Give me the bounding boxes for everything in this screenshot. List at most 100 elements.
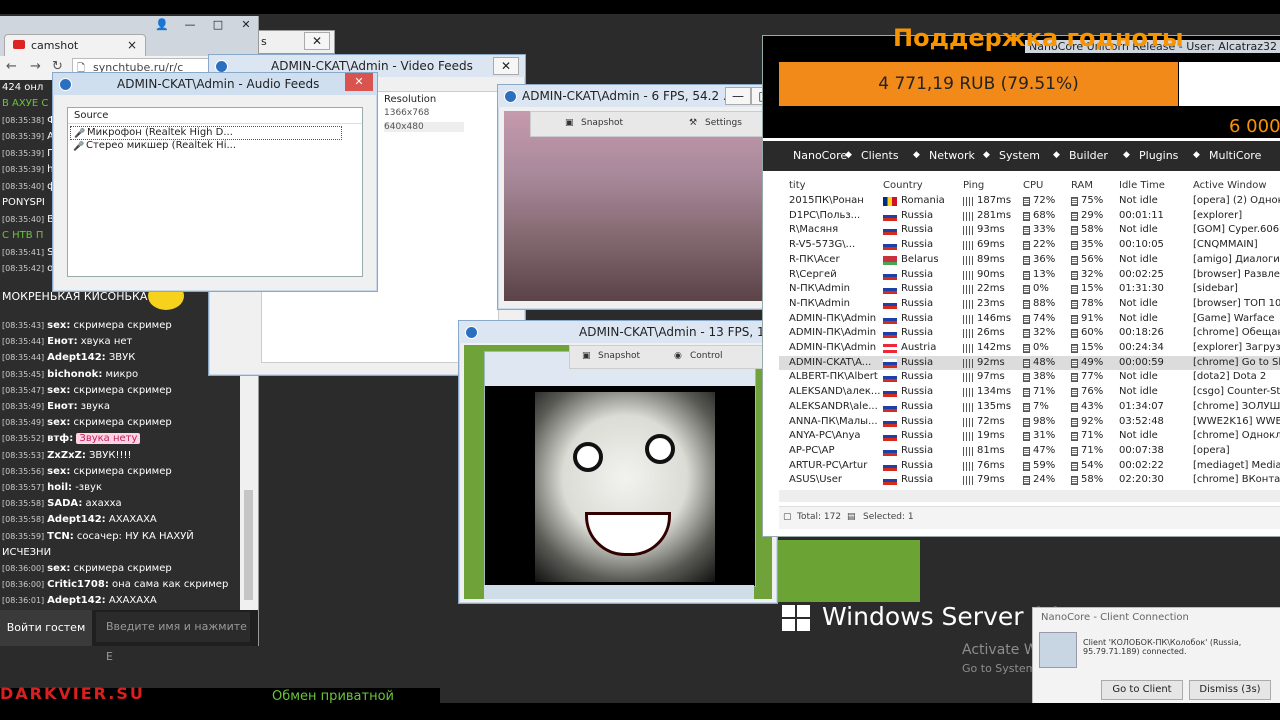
column-header[interactable]: CPU (1023, 180, 1043, 191)
cell-id: N-ПК\Admin (789, 297, 850, 309)
menu-builder[interactable]: Builder (1069, 149, 1108, 162)
menu-network[interactable]: Network (929, 149, 975, 162)
cell-cpu: 71% (1033, 386, 1056, 398)
cell-country: Russia (901, 312, 934, 324)
column-header[interactable]: tity (789, 180, 806, 191)
res-item[interactable]: 1366x768 (384, 108, 464, 118)
user-icon[interactable]: 👤 (148, 16, 176, 34)
cpu-icon (1023, 255, 1030, 265)
table-row[interactable]: ADMIN-CKAT\A... Russia 92ms 48% 49% 00:00:59 [… (779, 355, 1280, 370)
table-row[interactable]: AP-PC\AP Russia 81ms 47% 71% 00:07:38 [opera] (779, 444, 1280, 458)
signal-icon (963, 402, 973, 412)
signal-icon (963, 432, 973, 442)
column-header[interactable]: Idle Time (1119, 180, 1165, 191)
cpu-icon (1023, 446, 1030, 456)
snapshot-button[interactable]: Snapshot (598, 351, 640, 361)
multicore-icon: ◆ (1193, 150, 1200, 160)
cell-id: ALEKSAND\алек... (789, 386, 881, 398)
control-button[interactable]: Control (690, 351, 723, 361)
table-row[interactable]: ALBERT-ПК\Albert Russia 97ms 38% 77% Not idle… (779, 370, 1280, 384)
menu-system[interactable]: System (999, 149, 1040, 162)
cell-cpu: 48% (1033, 356, 1056, 368)
cell-ping: 26ms (977, 327, 1005, 339)
cell-cpu: 33% (1033, 224, 1056, 236)
table-row[interactable]: ASUS\User Russia 79ms 24% 58% 02:20:30 [chrome… (779, 473, 1280, 487)
chat-text: С НТВ П (2, 230, 44, 241)
plugins-icon: ◆ (1123, 150, 1130, 160)
chat-message: [08:35:39] А (2, 131, 54, 142)
chat-nick: Adept142: (47, 352, 106, 364)
flag-icon (883, 402, 897, 412)
table-row[interactable]: R\Масяня Russia 93ms 33% 58% Not idle [GOM] Cy… (779, 223, 1280, 237)
audio-source-item[interactable]: 🎤 Микрофон (Realtek High D... (70, 126, 342, 140)
table-row[interactable]: N-ПК\Admin Russia 22ms 0% 15% 01:31:30 [sideba… (779, 282, 1280, 296)
cell-cpu: 68% (1033, 209, 1056, 221)
table-row[interactable]: N-ПК\Admin Russia 23ms 88% 78% Not idle [brows… (779, 297, 1280, 311)
settings-button[interactable]: Settings (705, 118, 742, 128)
menu-nanocore[interactable]: NanoCore (793, 149, 847, 162)
scroll-thumb[interactable] (244, 490, 253, 600)
table-row[interactable]: ADMIN-ПК\Admin Russia 26ms 32% 60% 00:18:26 [c… (779, 326, 1280, 340)
column-header[interactable]: RAM (1071, 180, 1093, 191)
cell-win: [chrome] ВКонтакт (1193, 474, 1280, 486)
cell-country: Russia (901, 400, 934, 412)
minimize-button[interactable]: — (176, 16, 204, 34)
dismiss-button[interactable]: Dismiss (3s) (1189, 680, 1271, 700)
menu-plugins[interactable]: Plugins (1139, 149, 1178, 162)
table-row[interactable]: 2015ПК\Ронан Romania 187ms 72% 75% Not idle [o… (779, 194, 1280, 208)
flag-icon (883, 432, 897, 442)
chat-text: она сама как скример (112, 579, 229, 591)
table-row[interactable]: ALEKSANDR\ale... Russia 135ms 7% 43% 01:34:07… (779, 400, 1280, 414)
menu-multicore[interactable]: MultiCore (1209, 149, 1261, 162)
go-to-client-button[interactable]: Go to Client (1101, 680, 1183, 700)
table-row[interactable]: R\Сергей Russia 90ms 13% 32% 00:02:25 [browser… (779, 268, 1280, 282)
video-feeds-close-button[interactable]: ✕ (493, 57, 519, 75)
chat-message: [08:35:49] sex: скримера скример (2, 417, 172, 428)
cell-id: R-ПК\Acer (789, 253, 840, 265)
cell-country: Romania (901, 195, 945, 206)
login-guest-button[interactable]: Войти гостем (0, 610, 92, 646)
tab-close-icon[interactable]: × (127, 38, 137, 52)
minimize-button[interactable]: — (725, 87, 751, 105)
snapshot-button[interactable]: Snapshot (581, 118, 623, 128)
chat-nick: sex: (47, 417, 71, 429)
res-item[interactable]: 640x480 (384, 122, 464, 132)
menu-clients[interactable]: Clients (861, 149, 899, 162)
table-row[interactable]: D1PC\Польз... Russia 281ms 68% 29% 00:01:11 [e… (779, 209, 1280, 223)
close-button[interactable]: ✕ (232, 16, 260, 34)
horizontal-scrollbar[interactable] (779, 490, 1280, 502)
mouse-icon: ◉ (674, 351, 682, 361)
chat-message: [08:35:42] о (2, 263, 53, 274)
back-icon[interactable]: ← (6, 59, 17, 74)
audio-source-item[interactable]: 🎤 Стерео микшер (Realtek Hi... (70, 140, 340, 152)
network-icon: ◆ (913, 150, 920, 160)
cpu-icon (1023, 270, 1030, 280)
signal-icon (963, 314, 973, 324)
chat-message: [08:35:43] sex: скримера скример (2, 320, 172, 331)
table-row[interactable]: ANYA-PC\Anya Russia 19ms 31% 71% Not idle [chr… (779, 429, 1280, 443)
table-row[interactable]: ARTUR-PC\Artur Russia 76ms 59% 54% 00:02:22 [m… (779, 459, 1280, 473)
signal-icon (963, 255, 973, 265)
table-row[interactable]: ALEKSAND\алек... Russia 134ms 71% 76% Not idl… (779, 385, 1280, 399)
table-row[interactable]: R-V5-573G\... Russia 69ms 22% 35% 00:10:05 [CN… (779, 238, 1280, 252)
background-close-button[interactable]: ✕ (304, 32, 330, 50)
chat-message: PONYSPI (2, 197, 45, 208)
table-row[interactable]: ANNA-ПК\Малы... Russia 72ms 98% 92% 03:52:48 [… (779, 415, 1280, 429)
flag-icon (883, 388, 897, 398)
table-row[interactable]: ADMIN-ПК\Admin Russia 146ms 74% 91% Not idle [… (779, 312, 1280, 326)
forward-icon[interactable]: → (30, 59, 41, 74)
audio-feeds-close-button[interactable]: ✕ (345, 73, 373, 91)
chat-message: [08:35:38]Ф (2, 115, 56, 126)
browser-tab[interactable]: camshot × (4, 34, 146, 57)
maximize-button[interactable]: □ (204, 16, 232, 34)
cell-idle: Not idle (1119, 386, 1158, 398)
column-header[interactable]: Ping (963, 180, 984, 191)
table-row[interactable]: R-ПК\Acer Belarus 89ms 36% 56% Not idle [amigo… (779, 253, 1280, 267)
chat-input[interactable]: Введите имя и нажмите E (96, 612, 250, 663)
table-row[interactable]: ADMIN-ПК\Admin Austria 142ms 0% 15% 00:24:34 [… (779, 341, 1280, 355)
column-header[interactable]: Country (883, 180, 923, 191)
cell-ping: 97ms (977, 371, 1005, 383)
audio-feeds-window: ADMIN-CKAT\Admin - Audio Feeds ✕ Source … (52, 72, 378, 292)
signal-icon (963, 358, 973, 368)
column-header[interactable]: Active Window (1193, 180, 1267, 191)
